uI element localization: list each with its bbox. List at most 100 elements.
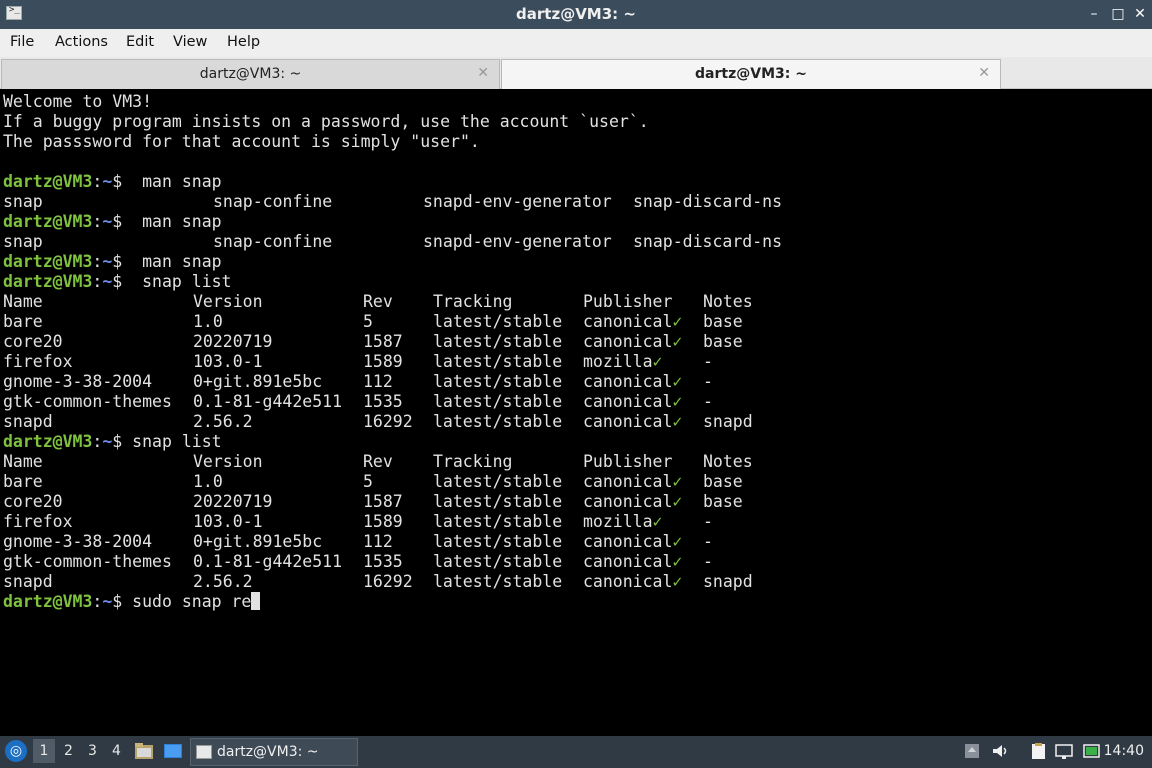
prompt-user: dartz@VM3 bbox=[3, 592, 93, 611]
snap-row-cell: mozilla✓ bbox=[583, 352, 663, 371]
completion-row-cell: snapd-env-generator bbox=[423, 232, 612, 251]
menu-bar: File Actions Edit View Help bbox=[0, 29, 1152, 57]
snap-header-row-cell: Version bbox=[193, 292, 263, 311]
snap-header-row-cell: Notes bbox=[703, 292, 753, 311]
prompt-command: sudo snap re bbox=[132, 592, 252, 611]
prompt-separator: : bbox=[92, 172, 103, 191]
tab-terminal-2[interactable]: dartz@VM3: ~ ✕ bbox=[501, 59, 1001, 89]
prompt-separator: : bbox=[92, 592, 103, 611]
menu-file[interactable]: File bbox=[10, 34, 34, 50]
snap-header-row-cell: Name bbox=[3, 452, 43, 471]
menu-actions[interactable]: Actions bbox=[55, 34, 108, 50]
snap-row-cell: latest/stable bbox=[433, 392, 563, 411]
snap-row-cell: 112 bbox=[363, 532, 393, 551]
completion-row-cell: snap-discard-ns bbox=[633, 192, 783, 211]
snap-row-cell: - bbox=[703, 532, 713, 551]
clipboard-icon[interactable] bbox=[1028, 742, 1048, 760]
snap-row-cell: snapd bbox=[703, 572, 753, 591]
snap-row-cell: 5 bbox=[363, 472, 373, 491]
snap-row-cell: 0.1-81-g442e511 bbox=[193, 392, 343, 411]
snap-row-cell: gnome-3-38-2004 bbox=[3, 372, 153, 391]
taskbar-terminal-task[interactable]: dartz@VM3: ~ bbox=[190, 738, 358, 766]
snap-row-cell: 5 bbox=[363, 312, 373, 331]
prompt-user: dartz@VM3 bbox=[3, 252, 93, 271]
welcome-line: If a buggy program insists on a password… bbox=[3, 112, 649, 131]
snap-row-cell: core20 bbox=[3, 492, 63, 511]
battery-icon[interactable] bbox=[1082, 742, 1102, 760]
workspace-4[interactable]: 4 bbox=[112, 743, 121, 759]
prompt-sign: $ bbox=[112, 212, 133, 231]
prompt-sign: $ bbox=[112, 252, 133, 271]
snap-row-cell: 1.0 bbox=[193, 472, 223, 491]
snap-header-row-cell: Tracking bbox=[433, 452, 513, 471]
snap-row-cell: 1587 bbox=[363, 332, 403, 351]
prompt-line: dartz@VM3:~$ snap list bbox=[3, 432, 222, 452]
prompt-separator: : bbox=[92, 252, 103, 271]
menu-view[interactable]: View bbox=[173, 34, 207, 50]
menu-help[interactable]: Help bbox=[227, 34, 260, 50]
snap-row-cell: 16292 bbox=[363, 572, 413, 591]
tab-close-icon[interactable]: ✕ bbox=[477, 65, 489, 81]
snap-row-cell: 2.56.2 bbox=[193, 572, 253, 591]
prompt-separator: : bbox=[92, 212, 103, 231]
prompt-line: dartz@VM3:~$ man snap bbox=[3, 252, 222, 272]
completion-row-cell: snap bbox=[3, 232, 43, 251]
menu-edit[interactable]: Edit bbox=[126, 34, 154, 50]
snap-row-cell: canonical✓ bbox=[583, 412, 683, 431]
prompt-path: ~ bbox=[102, 272, 113, 291]
snap-header-row-cell: Rev bbox=[363, 292, 393, 311]
snap-row-cell: - bbox=[703, 352, 713, 371]
terminal-output[interactable]: Welcome to VM3! If a buggy program insist… bbox=[0, 90, 1152, 734]
snap-header-row-cell: Tracking bbox=[433, 292, 513, 311]
network-icon[interactable] bbox=[1054, 742, 1074, 760]
maximize-button[interactable]: □ bbox=[1108, 4, 1128, 24]
workspace-1[interactable]: 1 bbox=[33, 739, 55, 763]
prompt-command: man snap bbox=[132, 212, 222, 231]
snap-row-cell: base bbox=[703, 492, 743, 511]
snap-row-cell: snapd bbox=[703, 412, 753, 431]
snap-row-cell: 103.0-1 bbox=[193, 512, 263, 531]
verified-check-icon: ✓ bbox=[672, 532, 683, 551]
snap-header-row-cell: Name bbox=[3, 292, 43, 311]
snap-row-cell: base bbox=[703, 472, 743, 491]
verified-check-icon: ✓ bbox=[672, 492, 683, 511]
start-menu-icon[interactable]: ◎ bbox=[5, 740, 27, 762]
snap-row-cell: base bbox=[703, 312, 743, 331]
verified-check-icon: ✓ bbox=[672, 572, 683, 591]
snap-row-cell: 2.56.2 bbox=[193, 412, 253, 431]
snap-row-cell: 20220719 bbox=[193, 492, 273, 511]
tab-close-icon[interactable]: ✕ bbox=[978, 65, 990, 81]
snap-row-cell: firefox bbox=[3, 352, 73, 371]
file-manager-icon[interactable] bbox=[134, 742, 154, 760]
snap-row-cell: 1535 bbox=[363, 392, 403, 411]
prompt-sign: $ bbox=[112, 592, 133, 611]
snap-row-cell: canonical✓ bbox=[583, 492, 683, 511]
prompt-command: man snap bbox=[132, 172, 222, 191]
prompt-path: ~ bbox=[102, 172, 113, 191]
snap-row-cell: 1589 bbox=[363, 352, 403, 371]
update-icon[interactable] bbox=[962, 742, 982, 760]
snap-row-cell: 1587 bbox=[363, 492, 403, 511]
close-button[interactable]: ✕ bbox=[1130, 4, 1150, 24]
desktop-icon[interactable] bbox=[163, 742, 183, 760]
prompt-line: dartz@VM3:~$ man snap bbox=[3, 172, 222, 192]
text-cursor bbox=[251, 592, 261, 610]
prompt-sign: $ bbox=[112, 172, 133, 191]
snap-header-row-cell: Publisher bbox=[583, 452, 673, 471]
tab-label: dartz@VM3: ~ bbox=[695, 66, 807, 82]
verified-check-icon: ✓ bbox=[672, 332, 683, 351]
workspace-3[interactable]: 3 bbox=[88, 743, 97, 759]
prompt-line: dartz@VM3:~$ snap list bbox=[3, 272, 232, 292]
volume-icon[interactable] bbox=[990, 742, 1010, 760]
minimize-button[interactable]: – bbox=[1084, 4, 1104, 24]
prompt-user: dartz@VM3 bbox=[3, 212, 93, 231]
snap-row-cell: gnome-3-38-2004 bbox=[3, 532, 153, 551]
workspace-2[interactable]: 2 bbox=[64, 743, 73, 759]
snap-header-row-cell: Publisher bbox=[583, 292, 673, 311]
prompt-user: dartz@VM3 bbox=[3, 432, 93, 451]
snap-row-cell: 103.0-1 bbox=[193, 352, 263, 371]
tab-terminal-1[interactable]: dartz@VM3: ~ ✕ bbox=[1, 59, 500, 89]
snap-row-cell: canonical✓ bbox=[583, 372, 683, 391]
snap-header-row-cell: Version bbox=[193, 452, 263, 471]
snap-row-cell: 16292 bbox=[363, 412, 413, 431]
